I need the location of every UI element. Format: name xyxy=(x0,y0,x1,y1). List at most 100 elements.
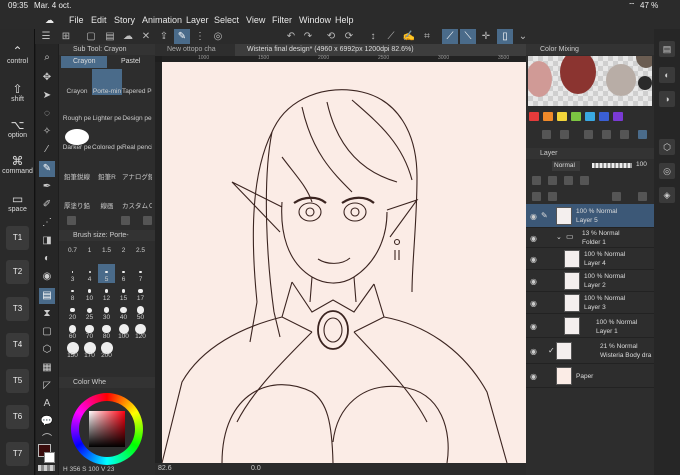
t5-key[interactable]: T5 xyxy=(6,369,29,393)
undo-icon[interactable]: ↶ xyxy=(283,29,299,44)
palette-swatch[interactable] xyxy=(571,112,581,121)
blend-tool-icon[interactable]: ◐ xyxy=(39,251,55,267)
tab-crayon[interactable]: Crayon xyxy=(61,56,107,68)
visibility-eye-icon[interactable]: ◉ xyxy=(530,212,537,221)
brush-item[interactable]: 鉛筆鋭線 xyxy=(62,159,92,181)
brush-size-option[interactable]: 7 xyxy=(132,264,149,283)
gradient-tool-icon[interactable]: ▤ xyxy=(39,288,55,304)
blend-mode-select[interactable]: Normal xyxy=(552,161,580,171)
lock-icon[interactable] xyxy=(564,176,573,185)
palette-swatch[interactable] xyxy=(557,112,567,121)
ruler-line-tool-icon[interactable]: ◸ xyxy=(39,378,55,394)
clear-icon[interactable]: ✕ xyxy=(138,29,154,44)
pencil-tool-icon[interactable]: ✎ xyxy=(39,161,55,177)
brush-item[interactable]: Crayon xyxy=(62,73,92,95)
brush-item[interactable]: Rough pe xyxy=(62,100,92,122)
bucket-tool-icon[interactable]: ⧗ xyxy=(39,306,55,322)
t2-key[interactable]: T2 xyxy=(6,260,29,284)
trash-icon[interactable] xyxy=(143,216,152,225)
text-tool-icon[interactable]: A xyxy=(39,396,55,412)
brush-item[interactable]: Design pe xyxy=(122,100,152,122)
transparent-color-swatch[interactable] xyxy=(38,465,55,471)
grid-icon[interactable]: ⊞ xyxy=(58,29,74,44)
brush-size-option[interactable]: 200 xyxy=(98,340,115,359)
layer-row[interactable]: ◉ ✎ 100 % Normal Layer 5 xyxy=(526,204,654,228)
fill-tool-icon[interactable]: ◉ xyxy=(39,269,55,285)
tab-document-inactive[interactable]: New ottopo cha xyxy=(155,44,233,56)
brush-tool-icon[interactable]: ✐ xyxy=(39,197,55,213)
brush-size-option[interactable]: 5 xyxy=(98,264,115,283)
eyedropper-mix-icon[interactable] xyxy=(638,130,647,139)
reference-icon[interactable] xyxy=(548,176,557,185)
brush-size-option[interactable]: 8 xyxy=(64,283,81,302)
brush-mix-icon[interactable] xyxy=(584,130,593,139)
chevron-down-icon[interactable]: ⌄ xyxy=(556,233,562,241)
copy-icon[interactable] xyxy=(121,216,130,225)
ruler-icon[interactable]: ⟋ xyxy=(383,29,399,44)
brush-item[interactable]: 線画 xyxy=(92,188,122,210)
visibility-eye-icon[interactable]: ◉ xyxy=(530,255,537,264)
merge-icon[interactable] xyxy=(612,192,621,201)
t1-key[interactable]: T1 xyxy=(6,226,29,250)
move-tool-icon[interactable]: ✥ xyxy=(39,70,55,86)
new-layer-icon[interactable] xyxy=(532,192,541,201)
balloon-tool-icon[interactable]: 💬 xyxy=(39,414,55,430)
brush-size-option[interactable]: 100 xyxy=(115,321,132,340)
brush-item[interactable]: Tapered Pe xyxy=(122,73,152,95)
t3-key[interactable]: T3 xyxy=(6,297,29,321)
brush-size-option[interactable]: 2 xyxy=(115,245,132,264)
menu-select[interactable]: Select xyxy=(214,15,239,25)
menu-window[interactable]: Window xyxy=(299,15,331,25)
control-key[interactable]: ⌃ control xyxy=(0,44,35,65)
brush-size-option[interactable]: 0.7 xyxy=(64,245,81,264)
zoom-tool-icon[interactable]: ⌕ xyxy=(39,50,55,66)
brush-size-option[interactable]: 150 xyxy=(64,340,81,359)
menu-help[interactable]: Help xyxy=(335,15,354,25)
drawing-canvas[interactable] xyxy=(162,62,526,463)
brush-size-option[interactable]: 12 xyxy=(98,283,115,302)
brush-item[interactable]: 厚塗り鉛 xyxy=(62,188,92,210)
mask-icon[interactable] xyxy=(580,176,589,185)
brush-size-option[interactable]: 10 xyxy=(81,283,98,302)
color-wheel[interactable] xyxy=(71,393,143,465)
layer-row[interactable]: ◉ ✓ 21 % Normal Wisteria Body dra xyxy=(526,338,654,364)
menu-file[interactable]: File xyxy=(69,15,84,25)
brush-size-option[interactable]: 120 xyxy=(132,321,149,340)
brush-size-option[interactable]: 170 xyxy=(81,340,98,359)
perspective-ruler-icon[interactable]: ⟋ xyxy=(442,29,458,44)
redo-mix-icon[interactable] xyxy=(560,130,569,139)
opacity-value[interactable]: 100 xyxy=(636,161,647,168)
visibility-eye-icon[interactable]: ◉ xyxy=(530,347,537,356)
color-mixing-area[interactable] xyxy=(528,56,652,106)
brush-size-option[interactable]: 1 xyxy=(81,245,98,264)
layer-icon[interactable]: ◈ xyxy=(659,187,675,203)
expand-icon[interactable]: ⌄ xyxy=(515,29,531,44)
visibility-eye-icon[interactable]: ◉ xyxy=(530,372,537,381)
menu-animation[interactable]: Animation xyxy=(142,15,182,25)
shift-key[interactable]: ⇧ shift xyxy=(0,82,35,103)
brush-size-option[interactable]: 30 xyxy=(98,302,115,321)
brush-size-option[interactable]: 15 xyxy=(115,283,132,302)
brush-size-option[interactable]: 4 xyxy=(81,264,98,283)
cloud-icon[interactable]: ☁ xyxy=(120,29,136,44)
panel-toggle-icon[interactable]: ▤ xyxy=(659,41,675,57)
zoom-readout[interactable]: 82.6 xyxy=(158,465,172,472)
edit-icon[interactable]: ✍ xyxy=(401,29,417,44)
brush-size-option[interactable]: 40 xyxy=(115,302,132,321)
palette-swatch[interactable] xyxy=(599,112,609,121)
sub-color-swatch[interactable] xyxy=(44,452,55,463)
brush-size-option[interactable]: 2.5 xyxy=(132,245,149,264)
pen-tool-icon[interactable]: ✒ xyxy=(39,179,55,195)
new-folder-icon[interactable] xyxy=(548,192,557,201)
device-icon[interactable]: ▯ xyxy=(497,29,513,44)
brush-size-option[interactable]: 17 xyxy=(132,283,149,302)
brush-size-option[interactable]: 60 xyxy=(64,321,81,340)
brush-size-option[interactable]: 3 xyxy=(64,264,81,283)
t6-key[interactable]: T6 xyxy=(6,405,29,429)
lasso-tool-icon[interactable]: ◌ xyxy=(39,106,55,122)
transform-icon[interactable]: ⌗ xyxy=(419,29,435,44)
layer-row[interactable]: ◉ 100 % Normal Layer 1 xyxy=(526,314,654,338)
layer-row[interactable]: ◉ 100 % Normal Layer 2 xyxy=(526,270,654,292)
menu-toggle-icon[interactable]: ☰ xyxy=(38,29,54,44)
clip-icon[interactable] xyxy=(532,176,541,185)
